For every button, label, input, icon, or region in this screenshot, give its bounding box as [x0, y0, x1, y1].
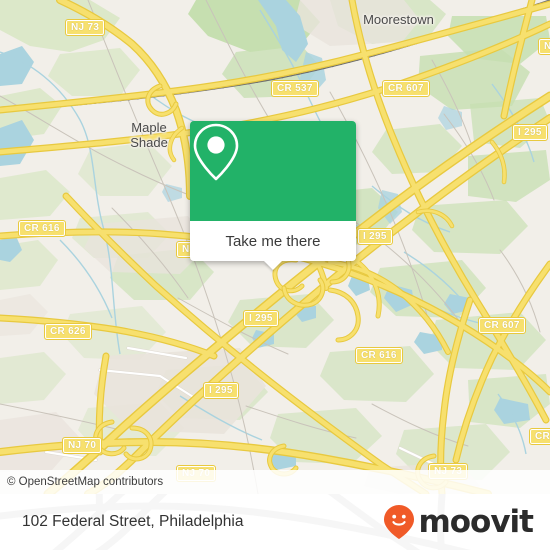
map-canvas[interactable]: .grn{fill:#cfe3b8} .frst{fill:#c6dfb0} .… [0, 0, 550, 494]
address-label: 102 Federal Street, Philadelphia [22, 513, 244, 530]
road-shield-i-295-d[interactable]: I 295 [203, 382, 239, 399]
road-shield-nj-70-a[interactable]: NJ 70 [62, 437, 103, 454]
road-shield-i-295-b[interactable]: I 295 [357, 228, 393, 245]
map-screenshot: .grn{fill:#cfe3b8} .frst{fill:#c6dfb0} .… [0, 0, 550, 550]
osm-attribution[interactable]: © OpenStreetMap contributors [0, 470, 550, 494]
road-shield-cr-626[interactable]: CR 626 [44, 323, 92, 340]
popup-pointer-tail [264, 261, 282, 270]
location-popup[interactable]: Take me there [190, 121, 356, 270]
popup-header [190, 121, 356, 221]
road-shield-cr-607-a[interactable]: CR 607 [382, 80, 430, 97]
footer-bar: 102 Federal Street, Philadelphia moovit [0, 494, 550, 550]
moovit-wordmark: moovit [418, 503, 534, 540]
road-shield-cr-616-a[interactable]: CR 616 [18, 220, 66, 237]
road-shield-i-295-a[interactable]: I 295 [512, 124, 548, 141]
road-shield-nj-partial-a[interactable]: NJ [538, 38, 550, 55]
road-shield-cr-616-b[interactable]: CR 616 [355, 347, 403, 364]
moovit-brand[interactable]: moovit [383, 503, 534, 540]
take-me-there-label: Take me there [225, 232, 321, 250]
road-shield-nj-73-a[interactable]: NJ 73 [65, 19, 106, 36]
road-shield-cr-partial[interactable]: CR [529, 428, 550, 445]
popup-action-bar[interactable]: Take me there [190, 221, 356, 261]
road-shield-cr-607-b[interactable]: CR 607 [478, 317, 526, 334]
map-pin-icon [193, 123, 239, 181]
moovit-smiling-pin-logo [384, 505, 415, 539]
road-shield-i-295-c[interactable]: I 295 [243, 310, 279, 327]
road-shield-cr-537[interactable]: CR 537 [271, 80, 319, 97]
